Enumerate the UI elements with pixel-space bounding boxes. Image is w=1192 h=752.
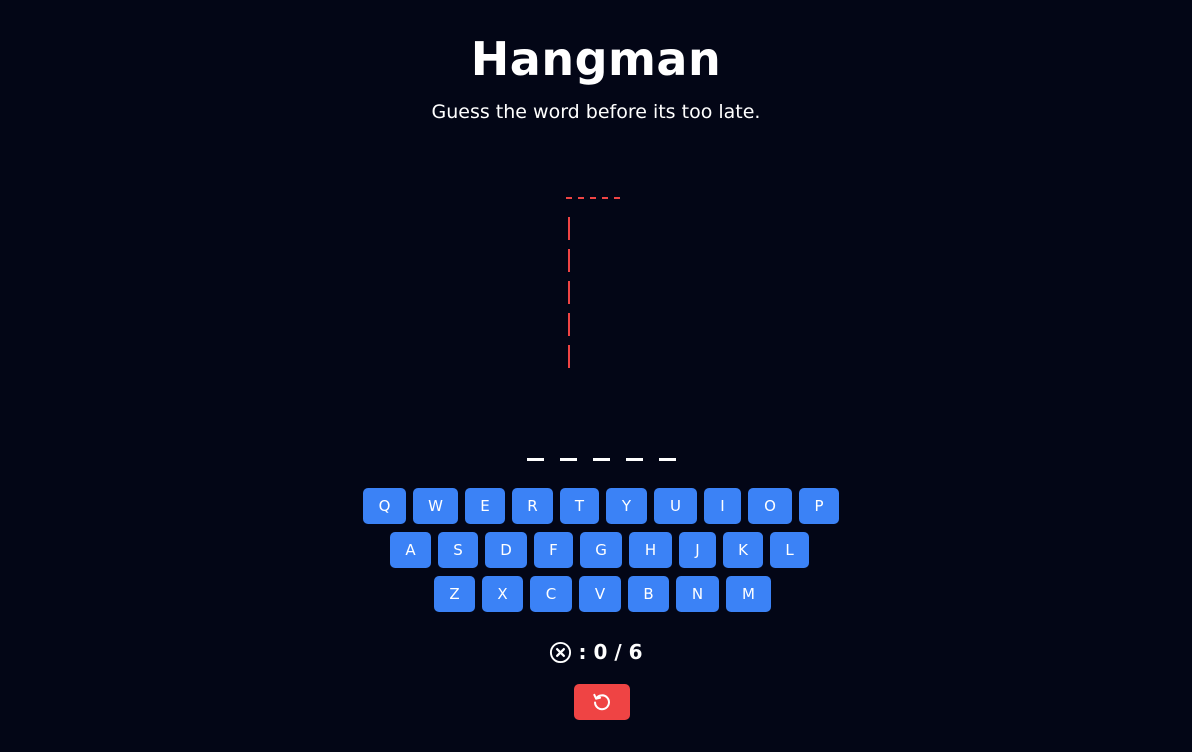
key-d[interactable]: D	[485, 532, 527, 568]
keyboard-row-1: Q W E R T Y U I O P	[363, 488, 839, 524]
key-k[interactable]: K	[723, 532, 763, 568]
key-z[interactable]: Z	[434, 576, 475, 612]
key-a[interactable]: A	[390, 532, 431, 568]
key-i[interactable]: I	[704, 488, 741, 524]
key-t[interactable]: T	[560, 488, 599, 524]
key-u[interactable]: U	[654, 488, 697, 524]
restart-icon	[593, 693, 610, 711]
circle-x-icon	[550, 641, 572, 663]
letter-slot	[626, 458, 643, 461]
key-w[interactable]: W	[413, 488, 458, 524]
key-r[interactable]: R	[512, 488, 553, 524]
key-f[interactable]: F	[534, 532, 573, 568]
key-m[interactable]: M	[726, 576, 771, 612]
keyboard-row-2: A S D F G H J K L	[390, 532, 809, 568]
key-n[interactable]: N	[676, 576, 719, 612]
restart-button[interactable]	[574, 684, 630, 720]
word-slots	[527, 458, 676, 461]
letter-slot	[527, 458, 544, 461]
key-j[interactable]: J	[679, 532, 716, 568]
key-o[interactable]: O	[748, 488, 792, 524]
letter-slot	[560, 458, 577, 461]
key-v[interactable]: V	[579, 576, 621, 612]
key-q[interactable]: Q	[363, 488, 406, 524]
keyboard-row-3: Z X C V B N M	[434, 576, 771, 612]
key-h[interactable]: H	[629, 532, 672, 568]
key-l[interactable]: L	[770, 532, 809, 568]
key-p[interactable]: P	[799, 488, 839, 524]
letter-slot	[593, 458, 610, 461]
key-x[interactable]: X	[482, 576, 523, 612]
letter-slot	[659, 458, 676, 461]
hangman-page: Hangman Guess the word before its too la…	[0, 0, 1192, 752]
key-c[interactable]: C	[530, 576, 572, 612]
key-y[interactable]: Y	[606, 488, 647, 524]
wrong-guess-count: : 0 / 6	[578, 640, 643, 664]
key-e[interactable]: E	[465, 488, 505, 524]
key-s[interactable]: S	[438, 532, 478, 568]
key-b[interactable]: B	[628, 576, 669, 612]
key-g[interactable]: G	[580, 532, 622, 568]
wrong-guess-counter: : 0 / 6	[0, 640, 1192, 664]
